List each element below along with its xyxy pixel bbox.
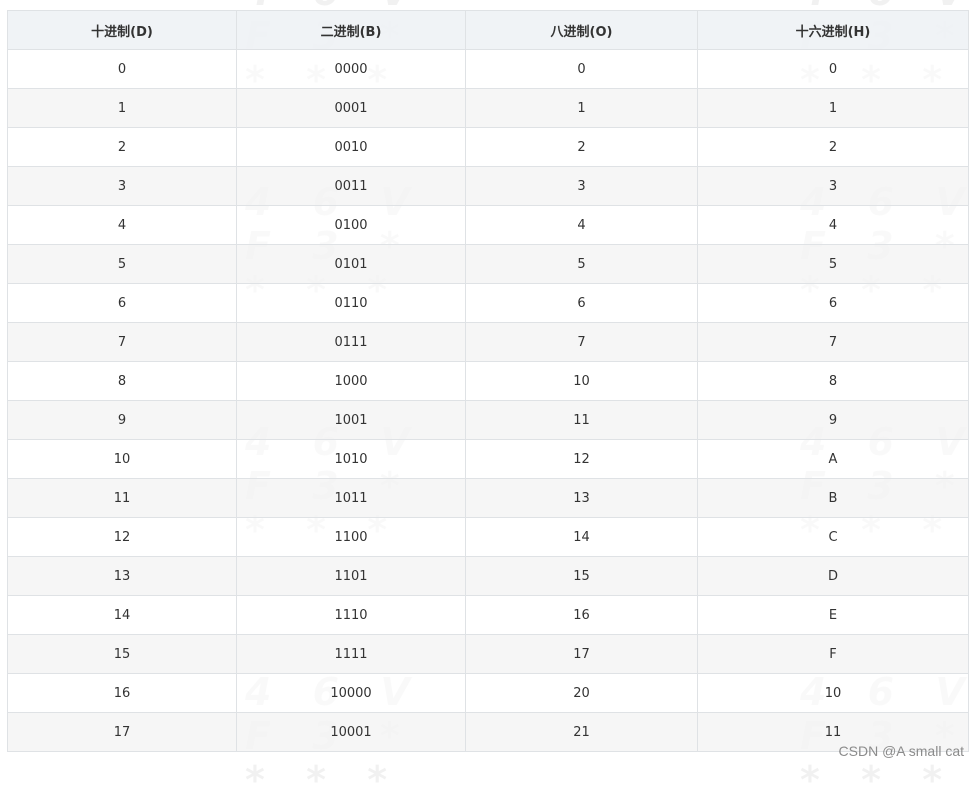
cell-binary: 1010	[236, 439, 466, 479]
cell-binary: 1110	[236, 595, 466, 635]
header-decimal: 十进制(D)	[7, 10, 237, 50]
cell-hexadecimal: A	[697, 439, 969, 479]
table-row: 13 1101 15 D	[7, 556, 969, 596]
cell-octal: 16	[465, 595, 698, 635]
cell-binary: 0111	[236, 322, 466, 362]
table-row: 16 10000 20 10	[7, 673, 969, 713]
cell-decimal: 11	[7, 478, 237, 518]
cell-octal: 2	[465, 127, 698, 167]
cell-binary: 1001	[236, 400, 466, 440]
cell-hexadecimal: 8	[697, 361, 969, 401]
cell-octal: 12	[465, 439, 698, 479]
table-row: 2 0010 2 2	[7, 127, 969, 167]
cell-binary: 0110	[236, 283, 466, 323]
cell-octal: 21	[465, 712, 698, 752]
cell-hexadecimal: C	[697, 517, 969, 557]
cell-binary: 1011	[236, 478, 466, 518]
cell-octal: 6	[465, 283, 698, 323]
cell-octal: 15	[465, 556, 698, 596]
cell-decimal: 2	[7, 127, 237, 167]
header-binary: 二进制(B)	[236, 10, 466, 50]
cell-octal: 0	[465, 49, 698, 89]
cell-decimal: 12	[7, 517, 237, 557]
cell-binary: 0000	[236, 49, 466, 89]
cell-octal: 5	[465, 244, 698, 284]
cell-hexadecimal: D	[697, 556, 969, 596]
cell-hexadecimal: 4	[697, 205, 969, 245]
cell-decimal: 10	[7, 439, 237, 479]
cell-binary: 0100	[236, 205, 466, 245]
table-row: 10 1010 12 A	[7, 439, 969, 479]
cell-octal: 4	[465, 205, 698, 245]
cell-octal: 7	[465, 322, 698, 362]
number-base-conversion-table: 十进制(D) 二进制(B) 八进制(O) 十六进制(H) 0 0000 0 0 1 000…	[7, 10, 969, 752]
table-row: 1 0001 1 1	[7, 88, 969, 128]
table-row: 17 10001 21 11	[7, 712, 969, 752]
cell-hexadecimal: 9	[697, 400, 969, 440]
cell-decimal: 3	[7, 166, 237, 206]
table-row: 6 0110 6 6	[7, 283, 969, 323]
cell-octal: 11	[465, 400, 698, 440]
cell-decimal: 5	[7, 244, 237, 284]
cell-binary: 0010	[236, 127, 466, 167]
table-row: 5 0101 5 5	[7, 244, 969, 284]
cell-hexadecimal: E	[697, 595, 969, 635]
cell-octal: 1	[465, 88, 698, 128]
cell-octal: 13	[465, 478, 698, 518]
table-row: 9 1001 11 9	[7, 400, 969, 440]
header-hexadecimal: 十六进制(H)	[697, 10, 969, 50]
cell-hexadecimal: 2	[697, 127, 969, 167]
table-header-row: 十进制(D) 二进制(B) 八进制(O) 十六进制(H)	[7, 10, 969, 50]
cell-decimal: 14	[7, 595, 237, 635]
cell-binary: 10001	[236, 712, 466, 752]
cell-decimal: 16	[7, 673, 237, 713]
cell-decimal: 6	[7, 283, 237, 323]
cell-hexadecimal: F	[697, 634, 969, 674]
cell-decimal: 13	[7, 556, 237, 596]
table-row: 0 0000 0 0	[7, 49, 969, 89]
cell-hexadecimal: 10	[697, 673, 969, 713]
table-row: 3 0011 3 3	[7, 166, 969, 206]
cell-octal: 20	[465, 673, 698, 713]
cell-binary: 1101	[236, 556, 466, 596]
cell-binary: 0001	[236, 88, 466, 128]
cell-binary: 1000	[236, 361, 466, 401]
cell-hexadecimal: 0	[697, 49, 969, 89]
cell-binary: 1100	[236, 517, 466, 557]
cell-hexadecimal: 6	[697, 283, 969, 323]
cell-hexadecimal: 5	[697, 244, 969, 284]
table-row: 7 0111 7 7	[7, 322, 969, 362]
table-row: 11 1011 13 B	[7, 478, 969, 518]
cell-decimal: 15	[7, 634, 237, 674]
cell-binary: 0011	[236, 166, 466, 206]
cell-decimal: 17	[7, 712, 237, 752]
table-row: 15 1111 17 F	[7, 634, 969, 674]
cell-decimal: 9	[7, 400, 237, 440]
cell-octal: 14	[465, 517, 698, 557]
table-row: 14 1110 16 E	[7, 595, 969, 635]
cell-octal: 17	[465, 634, 698, 674]
cell-decimal: 1	[7, 88, 237, 128]
cell-hexadecimal: B	[697, 478, 969, 518]
csdn-credit: CSDN @A small cat	[838, 743, 964, 759]
cell-decimal: 4	[7, 205, 237, 245]
cell-octal: 3	[465, 166, 698, 206]
header-octal: 八进制(O)	[465, 10, 698, 50]
cell-hexadecimal: 1	[697, 88, 969, 128]
table-row: 4 0100 4 4	[7, 205, 969, 245]
table-row: 12 1100 14 C	[7, 517, 969, 557]
cell-binary: 10000	[236, 673, 466, 713]
cell-decimal: 7	[7, 322, 237, 362]
cell-binary: 0101	[236, 244, 466, 284]
cell-hexadecimal: 3	[697, 166, 969, 206]
cell-decimal: 0	[7, 49, 237, 89]
cell-binary: 1111	[236, 634, 466, 674]
cell-octal: 10	[465, 361, 698, 401]
cell-hexadecimal: 7	[697, 322, 969, 362]
table-row: 8 1000 10 8	[7, 361, 969, 401]
cell-decimal: 8	[7, 361, 237, 401]
